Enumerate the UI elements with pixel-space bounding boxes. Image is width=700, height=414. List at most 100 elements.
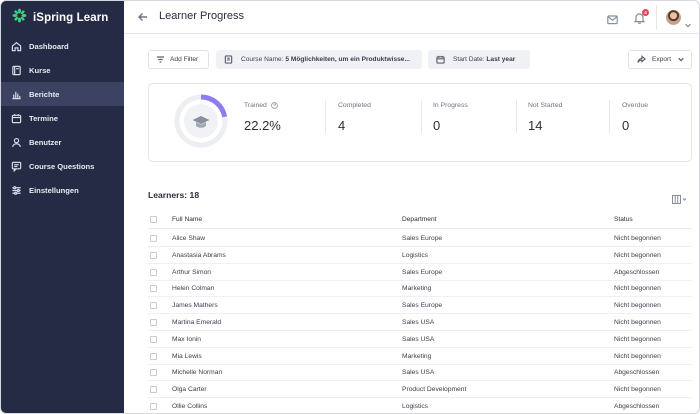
stat-divider (516, 100, 517, 133)
cell-department: Logistics (402, 403, 429, 410)
cell-department: Sales USA (402, 335, 435, 343)
stat-trained: Trained 22.2% (244, 102, 281, 133)
cell-status: Nicht begonnen (614, 352, 661, 360)
cell-status: Nicht begonnen (614, 235, 661, 242)
table-row[interactable]: James Mathers Sales Europe Nicht begonnen (148, 297, 692, 315)
row-checkbox[interactable] (150, 386, 157, 394)
bar-chart-icon (11, 89, 22, 100)
cell-status: Nicht begonnen (614, 319, 661, 326)
row-checkbox[interactable] (150, 302, 157, 310)
row-checkbox[interactable] (150, 352, 157, 360)
stat-trained-label: Trained (244, 102, 267, 109)
date-filter-label: Start Date: (453, 56, 485, 63)
table-row[interactable]: Michelle Norman Sales USA Abgeschlossen (148, 364, 692, 382)
calendar-icon (11, 113, 22, 124)
users-icon (11, 137, 22, 148)
learners-count: Learners: 18 (148, 190, 200, 200)
cell-full-name: James Mathers (172, 302, 218, 310)
cell-status: Abgeschlossen (614, 369, 660, 377)
table-row[interactable]: Max Ionin Sales USA Nicht begonnen (148, 331, 692, 348)
cell-full-name: Mia Lewis (172, 352, 202, 360)
cell-department: Sales Europe (402, 302, 443, 310)
row-checkbox[interactable] (150, 369, 157, 377)
column-settings-button[interactable] (672, 195, 688, 204)
table-row[interactable]: Arthur Simon Sales Europe Abgeschlossen (148, 264, 692, 281)
cell-status: Nicht begonnen (614, 251, 661, 259)
sidebar: iSpring Learn Dashboard Kurse Berichte T… (1, 1, 124, 413)
header-department[interactable]: Department (402, 216, 436, 223)
add-filter-button[interactable]: Add Filter (148, 50, 209, 69)
start-date-filter[interactable]: Start Date: Last year (428, 50, 530, 69)
table-row[interactable]: Olga Carter Product Development Nicht bego… (148, 381, 692, 399)
cell-full-name: Arthur Simon (172, 268, 212, 276)
cell-full-name: Alice Shaw (172, 235, 206, 242)
calendar-icon (436, 55, 445, 64)
stat-divider (325, 100, 326, 133)
filter-icon (156, 56, 165, 63)
cell-status: Abgeschlossen (614, 403, 660, 410)
cell-status: Nicht begonnen (614, 386, 661, 394)
logo[interactable]: iSpring Learn (12, 8, 108, 28)
date-filter-value: Last year (486, 56, 516, 63)
sidebar-item-course-questions[interactable]: Course Questions (1, 154, 124, 178)
cell-status: Nicht begonnen (614, 302, 661, 310)
table-row[interactable]: Alice Shaw Sales Europe Nicht begonnen (148, 230, 692, 247)
avatar[interactable] (666, 10, 681, 25)
row-checkbox[interactable] (150, 403, 157, 410)
table-row[interactable]: Mia Lewis Marketing Nicht begonnen (148, 348, 692, 365)
cell-full-name: Michelle Norman (172, 369, 223, 377)
export-button[interactable]: Export (628, 50, 692, 69)
row-checkbox[interactable] (150, 268, 157, 276)
sidebar-item-benutzer[interactable]: Benutzer (1, 130, 124, 154)
row-checkbox[interactable] (150, 335, 157, 343)
mail-icon[interactable] (607, 12, 618, 25)
sidebar-item-termine[interactable]: Termine (1, 106, 124, 130)
stat-overdue: Overdue 0 (622, 102, 648, 133)
sidebar-item-label: Dashboard (29, 41, 69, 51)
add-filter-label: Add Filter (170, 56, 199, 63)
row-checkbox[interactable] (150, 319, 157, 326)
chevron-down-icon[interactable] (685, 15, 691, 28)
row-checkbox[interactable] (150, 251, 157, 259)
sidebar-item-label: Berichte (29, 89, 60, 99)
row-checkbox[interactable] (150, 235, 157, 242)
stat-divider (421, 100, 422, 133)
stat-not-started-value: 14 (528, 118, 543, 133)
table-row[interactable]: Ollie Collins Logistics Abgeschlossen (148, 398, 692, 413)
table-row[interactable]: Anastasia Abrams Logistics Nicht begonnen (148, 247, 692, 264)
cell-department: Product Development (402, 386, 467, 394)
course-name-filter[interactable]: Course Name: 5 Möglichkeiten, um ein Pro… (216, 50, 422, 69)
stats-card: Trained 22.2% Completed 4 In Progress 0 … (148, 83, 692, 162)
ispring-logo-icon (12, 8, 27, 28)
table-row[interactable]: Helen Colman Marketing Nicht begonnen (148, 280, 692, 298)
stat-in-progress-label: In Progress (433, 102, 468, 109)
stat-not-started-label: Not Started (528, 102, 563, 109)
stat-in-progress: In Progress 0 (433, 102, 468, 133)
cell-department: Sales Europe (402, 235, 443, 242)
help-icon[interactable] (270, 102, 278, 109)
columns-icon (672, 195, 687, 204)
sidebar-item-label: Termine (29, 113, 58, 123)
sidebar-item-einstellungen[interactable]: Einstellungen (1, 178, 124, 202)
cell-status: Nicht begonnen (614, 285, 661, 293)
page-title: Learner Progress (159, 10, 244, 22)
cell-department: Sales USA (402, 319, 435, 326)
header-full-name[interactable]: Full Name (172, 216, 202, 223)
chat-icon (11, 161, 22, 172)
sliders-icon (11, 185, 22, 196)
cell-full-name: Max Ionin (172, 335, 201, 343)
export-label: Export (652, 56, 672, 63)
sidebar-item-berichte[interactable]: Berichte (1, 82, 124, 106)
table-row[interactable]: Martina Emerald Sales USA Nicht begonnen (148, 314, 692, 331)
trained-donut-chart (174, 94, 228, 148)
share-arrow-icon (637, 55, 646, 64)
row-checkbox[interactable] (150, 285, 157, 293)
select-all-checkbox[interactable] (150, 216, 157, 223)
table-header: Full Name Department Status (148, 211, 692, 229)
back-arrow-icon[interactable] (137, 10, 149, 22)
sidebar-item-kurse[interactable]: Kurse (1, 58, 124, 82)
stat-trained-value: 22.2% (244, 118, 281, 133)
header-status[interactable]: Status (614, 216, 633, 223)
cell-status: Abgeschlossen (614, 268, 660, 276)
sidebar-item-dashboard[interactable]: Dashboard (1, 34, 124, 58)
